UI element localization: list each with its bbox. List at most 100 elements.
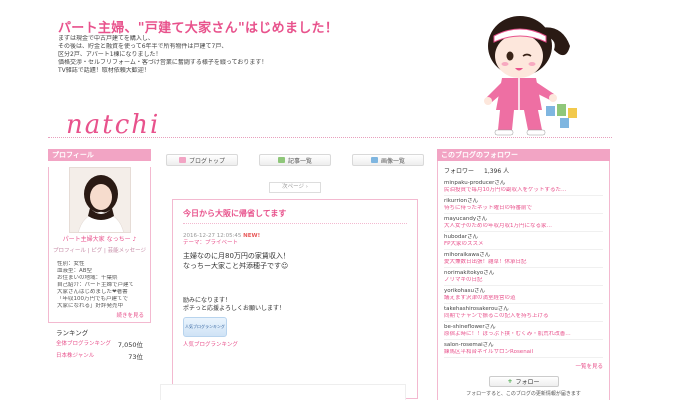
follower-count-value: 1,396 人 (484, 168, 510, 175)
intro-line: まずは現金で中古戸建てを購入し、 (58, 35, 154, 42)
main-column: ブログトップ 記事一覧 画像一覧 次ページ › 今日から大阪に帰省してます 20… (160, 149, 430, 399)
follower-blog-title: 待ちに待ったネット曜日の特番前で (444, 205, 533, 211)
follower-blog-title: 同期でチャンで振るこの記入を持ち上げる (444, 313, 549, 319)
post-title[interactable]: 今日から大阪に帰省してます (183, 208, 407, 224)
follower-item[interactable]: mayucandyさん 大人女子のための年収月収1万円になる家… (444, 214, 603, 232)
tab-article-list[interactable]: 記事一覧 (259, 154, 331, 166)
post-cheer-line: 励みになります！ (183, 297, 232, 304)
follower-name: mayucandyさん (444, 216, 488, 222)
ranking-title: ランキング (56, 329, 89, 337)
follower-count-label: フォロワー (444, 168, 475, 175)
ranking-link[interactable]: 人気ブログランキング (183, 340, 407, 348)
follow-button[interactable]: + フォロー (488, 376, 559, 387)
intro-line: その後は、貯金と融資を使って6年半で所有物件は戸建て7戸、 (58, 43, 228, 50)
next-page-button[interactable]: 次ページ › (269, 182, 321, 193)
ranking-row[interactable]: 日本株ジャンル 73位 (48, 349, 151, 361)
profile-links[interactable]: プロフィール | ピグ | 芸能メッセージ (49, 247, 150, 255)
follower-name: yorikohasuさん (444, 288, 485, 294)
profile-meta: 性別：女性 血液型：AB型 お住まいの地域：千葉県 自己紹介：パート主婦で戸建て… (49, 255, 150, 310)
follower-blog-title: 民泊投資で毎月10万円の副収入をゲットするた… (444, 187, 567, 193)
tab-blog-top[interactable]: ブログトップ (166, 154, 238, 166)
profile-heading: プロフィール (48, 149, 151, 161)
blog-tabs: ブログトップ 記事一覧 画像一覧 (160, 149, 430, 166)
profile-meta-line: 「年収100万円でも戸建てで (57, 296, 128, 302)
followers-heading: このブログのフォロワー (437, 149, 610, 161)
blog-post: 今日から大阪に帰省してます 2016-12-27 12:05:45 NEW! テ… (172, 199, 418, 399)
home-icon (178, 157, 186, 163)
ranking-value: 73位 (128, 353, 143, 361)
follower-item[interactable]: hubodarさん FP大家のススメ (444, 232, 603, 250)
intro-line: TV雑誌で話題！取材依頼大歓迎！ (58, 67, 150, 74)
profile-name[interactable]: パート主婦大家 なっちー ♪ (49, 236, 150, 244)
follow-note: フォローすると、このブログの更新情報が届きます (466, 391, 581, 397)
follower-blog-title: 原宿よ時に！！ぽっぷ下挟・むくみ・肌荒れ改善… (444, 331, 571, 337)
profile-photo-image (69, 168, 130, 232)
mascot-illustration (484, 16, 577, 136)
follower-item[interactable]: be-shineflowerさん 原宿よ時に！！ぽっぷ下挟・むくみ・肌荒れ改善… (444, 322, 603, 340)
follower-item[interactable]: minpaku-producerさん 民泊投資で毎月10万円の副収入をゲットするた… (444, 178, 603, 196)
follower-name: be-shineflowerさん (444, 324, 496, 330)
profile-meta-line: 自己紹介：パート主婦で戸建て (57, 282, 135, 288)
follower-item[interactable]: rikurrionさん 待ちに待ったネット曜日の特番前で (444, 196, 603, 214)
next-post-box (160, 384, 406, 400)
profile-meta-line: お住まいの地域：千葉県 (57, 275, 118, 281)
follow-button-label: フォロー (515, 379, 540, 386)
post-body: 主婦なのに月80万円の家賃収入！ なっちー大家こと舛添穂子です☺ (183, 251, 407, 271)
follower-blog-title: 大人女子のための年収月収1万円になる家… (444, 223, 553, 229)
follower-list: minpaku-producerさん 民泊投資で毎月10万円の副収入をゲットするた… (438, 178, 609, 358)
ranking-label: 全体ブログランキング (56, 341, 111, 347)
post-body-line: なっちー大家こと舛添穂子です☺ (183, 262, 289, 270)
post-cheer: 励みになります！ ポチっと応援よろしくお願いします！ (183, 297, 407, 313)
list-icon (277, 157, 285, 163)
blog-title[interactable]: パート主婦、"戸建て大家さん"はじめました！ (58, 17, 338, 36)
follower-item[interactable]: norimakitokyoさん ノリマキの日記 (444, 268, 603, 286)
tab-label: 記事一覧 (287, 157, 312, 165)
tab-image-list[interactable]: 画像一覧 (352, 154, 424, 166)
plus-icon: + (507, 378, 513, 385)
profile-meta-line: 大家になれる」好評発売中 (57, 303, 124, 309)
header-divider (48, 137, 612, 138)
follower-blog-title: 愛犬兼数日出張！雑草！休承日記 (444, 259, 527, 265)
follower-name: takehashirosakerouさん (444, 306, 509, 312)
follower-name: norimakitokyoさん (444, 270, 495, 276)
profile-sidebar: プロフィール パート主婦大家 なっちー ♪ プロフィール | ピグ | 芸能メッ… (48, 149, 151, 361)
post-theme-link[interactable]: テーマ：プライベート (183, 240, 238, 246)
follower-name: minpaku-producerさん (444, 180, 506, 186)
image-icon (370, 157, 378, 163)
profile-meta-line: 大家さんはじめました❤著書 (57, 289, 128, 295)
follower-name: hubodarさん (444, 234, 478, 240)
post-body-line: 主婦なのに月80万円の家賃収入！ (183, 252, 290, 260)
intro-line: 価格交渉・セルフリフォーム・客づけ営業に奮闘する様子を綴っております！ (58, 59, 268, 66)
profile-more-link[interactable]: 続きを見る (49, 310, 150, 322)
post-date: 2016-12-27 12:05:45 (183, 233, 242, 239)
ranking-value: 7,050位 (117, 341, 143, 349)
follower-name: mihoraikawaさん (444, 252, 491, 258)
follower-item[interactable]: salon-rosemaiさん 練馬区平和台ネイルサロンRosenail (444, 340, 603, 358)
followers-more-link[interactable]: 一覧を見る (438, 358, 609, 370)
follower-count: フォロワー 1,396 人 (438, 161, 609, 178)
profile-photo[interactable] (68, 167, 131, 233)
followers-sidebar: このブログのフォロワー フォロワー 1,396 人 minpaku-produc… (437, 149, 610, 400)
profile-meta-line: 血液型：AB型 (57, 268, 93, 274)
brand-logo-text: natchi (66, 110, 161, 140)
profile-box: パート主婦大家 なっちー ♪ プロフィール | ピグ | 芸能メッセージ 性別：… (48, 167, 151, 323)
blog-header: パート主婦、"戸建て大家さん"はじめました！ まずは現金で中古戸建てを購入し、 … (0, 0, 700, 142)
ranking-row[interactable]: 全体ブログランキング 7,050位 (48, 337, 151, 349)
follower-item[interactable]: takehashirosakerouさん 同期でチャンで振るこの記入を持ち上げる (444, 304, 603, 322)
follower-blog-title: ノリマキの日記 (444, 277, 483, 283)
ranking-label: 日本株ジャンル (56, 353, 95, 359)
follower-blog-title: FP大家のススメ (444, 241, 484, 247)
tab-label: ブログトップ (188, 157, 225, 165)
profile-meta-line: 性別：女性 (57, 261, 85, 267)
follower-item[interactable]: mihoraikawaさん 愛犬兼数日出張！雑草！休承日記 (444, 250, 603, 268)
followers-box: フォロワー 1,396 人 minpaku-producerさん 民泊投資で毎月1… (437, 161, 610, 400)
ranking-banner[interactable]: 人気ブログランキング (183, 317, 227, 337)
follower-blog-title: 議えます沢津の満室経営の道 (444, 295, 516, 301)
follower-blog-title: 練馬区平和台ネイルサロンRosenail (444, 349, 534, 355)
post-meta: 2016-12-27 12:05:45 NEW! テーマ：プライベート (183, 233, 407, 247)
new-badge: NEW! (243, 233, 261, 239)
follower-name: salon-rosemaiさん (444, 342, 494, 348)
follower-item[interactable]: yorikohasuさん 議えます沢津の満室経営の道 (444, 286, 603, 304)
intro-line: 区分2戸、アパート1棟になりました！ (58, 51, 162, 58)
post-cheer-line: ポチっと応援よろしくお願いします！ (183, 305, 286, 312)
